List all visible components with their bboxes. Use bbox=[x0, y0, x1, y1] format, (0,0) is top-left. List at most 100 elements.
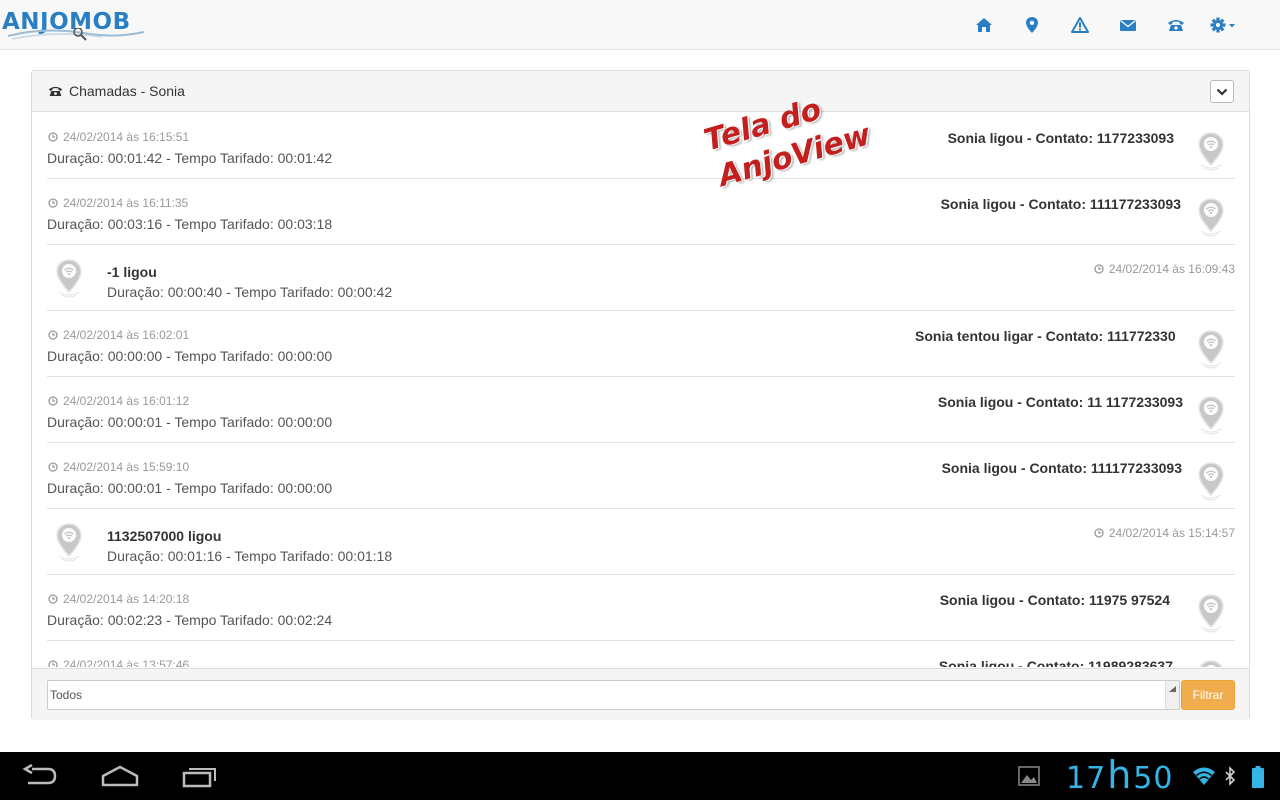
system-clock[interactable]: 17 h 50 bbox=[1066, 753, 1173, 797]
contact-avatar-icon bbox=[51, 258, 87, 298]
contact-avatar-icon bbox=[1193, 395, 1229, 435]
contact-avatar-icon bbox=[1193, 131, 1229, 171]
call-datetime: 24/02/2014 às 16:02:01 bbox=[48, 328, 189, 342]
top-navbar: ANJOMOB bbox=[0, 0, 1280, 50]
call-list-item[interactable]: 24/02/2014 às 16:09:43 Duração: 00:00:40 … bbox=[47, 245, 1235, 311]
call-datetime: 24/02/2014 às 14:20:18 bbox=[48, 592, 189, 606]
filter-button[interactable]: Filtrar bbox=[1181, 680, 1235, 710]
call-datetime-text: 24/02/2014 às 14:20:18 bbox=[63, 592, 190, 606]
logo-swoosh-icon bbox=[7, 28, 145, 41]
call-datetime-text: 24/02/2014 às 16:15:51 bbox=[63, 130, 190, 144]
panel-title: Chamadas - Sonia bbox=[48, 83, 185, 99]
clock-hour: 17 bbox=[1066, 761, 1107, 796]
phone-icon bbox=[48, 86, 63, 96]
call-title: 1132507000 ligou bbox=[107, 528, 222, 544]
call-duration: Duração: 00:01:42 - Tempo Tarifado: 00:0… bbox=[47, 150, 333, 166]
contact-avatar-icon bbox=[51, 522, 87, 562]
call-title: Sonia ligou - Contato: 1177233093 bbox=[947, 130, 1174, 146]
bluetooth-icon bbox=[1225, 766, 1236, 786]
map-marker-icon bbox=[1026, 17, 1038, 33]
call-list-item[interactable]: 24/02/2014 às 16:02:01 Duração: 00:00:00 … bbox=[47, 311, 1235, 377]
nav-location[interactable] bbox=[1008, 12, 1056, 38]
call-duration: Duração: 00:00:40 - Tempo Tarifado: 00:0… bbox=[107, 284, 393, 300]
clock-icon bbox=[1094, 264, 1104, 274]
anjomob-logo[interactable]: ANJOMOB bbox=[2, 4, 145, 41]
call-duration: Duração: 00:00:01 - Tempo Tarifado: 00:0… bbox=[47, 480, 333, 496]
call-title: Sonia ligou - Contato: 11 1177233093 bbox=[937, 394, 1183, 410]
calls-panel: Chamadas - Sonia 24/02/2014 às 16:15:51 D… bbox=[31, 70, 1250, 720]
filter-bar: Todos Filtrar bbox=[32, 668, 1249, 720]
nav-alerts[interactable] bbox=[1056, 12, 1104, 38]
call-datetime-text: 24/02/2014 às 13:57:46 bbox=[63, 658, 190, 667]
call-duration: Duração: 00:00:00 - Tempo Tarifado: 00:0… bbox=[47, 348, 333, 364]
call-title: Sonia ligou - Contato: 111177233093 bbox=[941, 460, 1182, 476]
call-list-item[interactable]: 24/02/2014 às 16:15:51 Duração: 00:01:42 … bbox=[47, 113, 1235, 179]
warning-icon bbox=[1071, 17, 1089, 33]
wifi-icon bbox=[1193, 767, 1215, 785]
app-window: ANJOMOB Chamadas - Sonia 24/02/2014 às 1… bbox=[0, 0, 1280, 800]
call-datetime: 24/02/2014 às 16:15:51 bbox=[48, 130, 189, 144]
home-button-icon[interactable] bbox=[101, 764, 139, 788]
chevron-down-icon bbox=[1216, 88, 1228, 96]
recent-apps-icon[interactable] bbox=[182, 764, 220, 788]
battery-icon bbox=[1252, 766, 1264, 788]
clock-icon bbox=[48, 462, 58, 472]
call-datetime: 24/02/2014 às 15:59:10 bbox=[48, 460, 189, 474]
call-datetime: 24/02/2014 às 16:11:35 bbox=[48, 196, 188, 210]
contact-avatar-icon bbox=[1193, 461, 1229, 501]
call-title: Sonia ligou - Contato: 11989283637 bbox=[938, 658, 1173, 667]
call-duration: Duração: 00:02:23 - Tempo Tarifado: 00:0… bbox=[47, 612, 333, 628]
call-datetime: 24/02/2014 às 16:01:12 bbox=[48, 394, 189, 408]
call-duration: Duração: 00:03:16 - Tempo Tarifado: 00:0… bbox=[47, 216, 333, 232]
call-title: Sonia ligou - Contato: 111177233093 bbox=[940, 196, 1181, 212]
call-list-item[interactable]: 24/02/2014 às 15:14:57 Duração: 00:01:16 … bbox=[47, 509, 1235, 575]
call-list-item[interactable]: 24/02/2014 às 16:11:35 Duração: 00:03:16 … bbox=[47, 179, 1235, 245]
call-datetime-text: 24/02/2014 às 16:01:12 bbox=[63, 394, 190, 408]
phone-icon bbox=[1168, 20, 1184, 31]
gallery-notification-icon[interactable] bbox=[1018, 766, 1040, 786]
call-datetime-text: 24/02/2014 às 16:09:43 bbox=[1108, 262, 1235, 276]
home-icon bbox=[976, 18, 992, 32]
nav-home[interactable] bbox=[960, 12, 1008, 38]
call-title: -1 ligou bbox=[107, 264, 157, 280]
clock-icon bbox=[48, 198, 58, 208]
nav-calls[interactable] bbox=[1152, 12, 1200, 38]
call-list-item[interactable]: 24/02/2014 às 13:57:46 Sonia ligou - Cont… bbox=[47, 641, 1235, 667]
call-title: Sonia tentou ligar - Contato: 1117723309… bbox=[915, 328, 1175, 344]
call-list-item[interactable]: 24/02/2014 às 15:59:10 Duração: 00:00:01 … bbox=[47, 443, 1235, 509]
call-list[interactable]: 24/02/2014 às 16:15:51 Duração: 00:01:42 … bbox=[47, 113, 1235, 667]
clock-icon bbox=[48, 132, 58, 142]
clock-icon bbox=[1094, 528, 1104, 538]
call-datetime: 24/02/2014 às 16:09:43 bbox=[1094, 262, 1235, 276]
contact-avatar-icon bbox=[1193, 197, 1229, 237]
call-list-item[interactable]: 24/02/2014 às 14:20:18 Duração: 00:02:23 … bbox=[47, 575, 1235, 641]
collapse-button[interactable] bbox=[1210, 80, 1234, 103]
clock-icon bbox=[48, 330, 58, 340]
nav-messages[interactable] bbox=[1104, 12, 1152, 38]
call-datetime-text: 24/02/2014 às 16:02:01 bbox=[63, 328, 190, 342]
call-datetime: 24/02/2014 às 13:57:46 bbox=[48, 658, 189, 667]
filter-select[interactable]: Todos bbox=[47, 680, 1180, 710]
nav-settings[interactable] bbox=[1200, 12, 1248, 38]
filter-select-value: Todos bbox=[50, 688, 83, 702]
clock-minutes: 50 bbox=[1133, 761, 1174, 796]
select-arrow-icon bbox=[1165, 681, 1179, 709]
contact-avatar-icon bbox=[1193, 659, 1229, 667]
panel-title-text: Chamadas - Sonia bbox=[69, 83, 185, 99]
call-title: Sonia ligou - Contato: 11975 97524 bbox=[939, 592, 1170, 608]
call-datetime-text: 24/02/2014 às 16:11:35 bbox=[63, 196, 189, 210]
call-list-item[interactable]: 24/02/2014 às 16:01:12 Duração: 00:00:01 … bbox=[47, 377, 1235, 443]
call-datetime-text: 24/02/2014 às 15:59:10 bbox=[63, 460, 190, 474]
gear-dropdown-icon bbox=[1210, 17, 1235, 33]
panel-header: Chamadas - Sonia bbox=[32, 71, 1249, 112]
back-button-icon[interactable] bbox=[22, 764, 58, 788]
call-duration: Duração: 00:01:16 - Tempo Tarifado: 00:0… bbox=[107, 548, 393, 564]
envelope-icon bbox=[1120, 19, 1136, 31]
call-datetime-text: 24/02/2014 às 15:14:57 bbox=[1108, 526, 1235, 540]
contact-avatar-icon bbox=[1193, 329, 1229, 369]
clock-icon bbox=[48, 594, 58, 604]
call-datetime: 24/02/2014 às 15:14:57 bbox=[1094, 526, 1235, 540]
main-nav bbox=[960, 12, 1248, 38]
contact-avatar-icon bbox=[1193, 593, 1229, 633]
clock-icon bbox=[48, 660, 58, 667]
